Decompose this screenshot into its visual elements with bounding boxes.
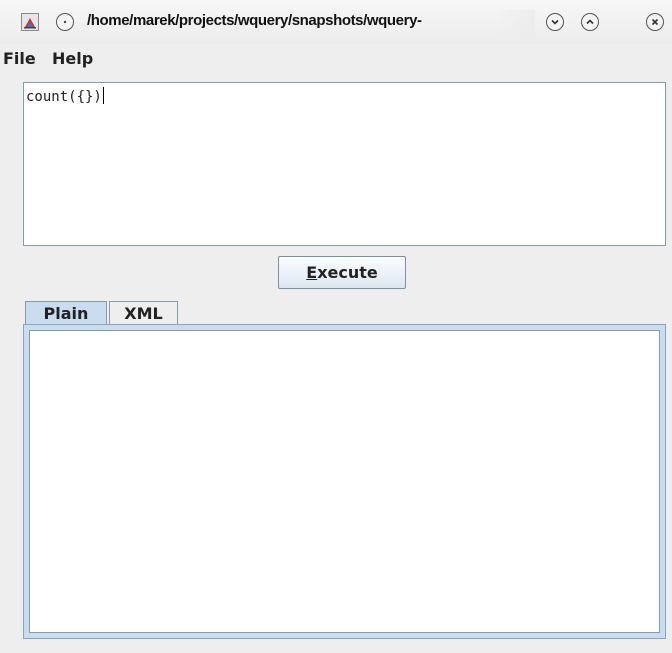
query-text: count({}) <box>26 87 104 105</box>
window-title: /home/marek/projects/wquery/snapshots/wq… <box>87 12 422 29</box>
maximize-icon[interactable] <box>581 13 599 31</box>
tab-plain-label: Plain <box>43 304 89 323</box>
menu-bar: File Help <box>0 44 672 72</box>
minimize-icon[interactable] <box>546 13 564 31</box>
java-app-icon[interactable] <box>21 13 39 31</box>
text-caret <box>102 87 104 104</box>
result-panel <box>23 324 666 639</box>
result-output[interactable] <box>29 330 660 633</box>
tab-plain[interactable]: Plain <box>25 301 107 325</box>
title-fade <box>495 10 535 34</box>
title-bar[interactable]: /home/marek/projects/wquery/snapshots/wq… <box>0 0 672 44</box>
tab-xml[interactable]: XML <box>109 301 178 325</box>
menu-file[interactable]: File <box>3 49 36 68</box>
execute-mnemonic: E <box>306 263 318 282</box>
query-input[interactable]: count({}) <box>23 82 666 246</box>
window-menu-icon[interactable] <box>56 13 74 31</box>
execute-label: xecute <box>317 263 378 282</box>
tab-xml-label: XML <box>124 304 163 323</box>
menu-help[interactable]: Help <box>52 49 93 68</box>
close-icon[interactable] <box>646 13 664 31</box>
execute-button[interactable]: Execute <box>278 256 406 289</box>
